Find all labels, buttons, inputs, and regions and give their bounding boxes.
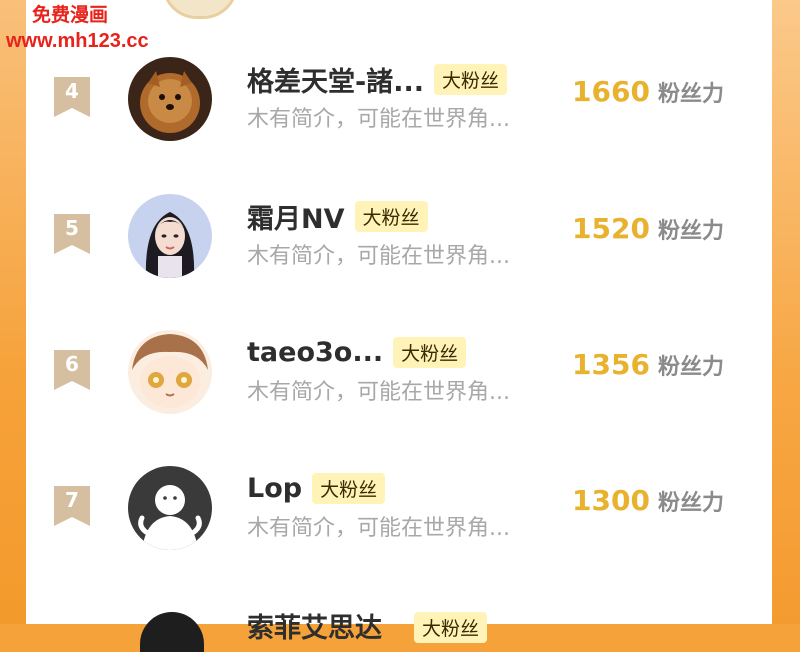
orange-frame-left <box>0 0 26 624</box>
user-name[interactable]: taeo3o... <box>247 337 383 368</box>
user-bio: 木有简介，可能在世界角... <box>247 516 510 541</box>
user-name[interactable]: 霜月NV <box>247 197 345 236</box>
rank-tag: 4 <box>54 77 90 117</box>
user-name[interactable]: Lop <box>247 473 302 504</box>
score-value: 1300 <box>572 484 650 517</box>
pomeranian-dog-avatar[interactable] <box>128 57 212 141</box>
fan-level-badge: 大粉丝 <box>433 63 507 95</box>
watermark-url: www.mh123.cc <box>6 30 149 52</box>
score-value: 1660 <box>572 75 650 108</box>
score-unit: 粉丝力 <box>657 355 724 380</box>
fan-power-score: 1660 粉丝力 <box>572 75 724 115</box>
fan-level-badge: 大粉丝 <box>414 612 488 643</box>
cat-ears-avatar[interactable] <box>140 612 204 652</box>
fan-level-badge: 大粉丝 <box>354 200 428 232</box>
watermark: 免费漫画 www.mh123.cc <box>6 2 149 54</box>
girl-portrait-avatar[interactable] <box>128 194 212 278</box>
user-bio: 木有简介，可能在世界角... <box>247 244 510 269</box>
fan-power-score: 1356 粉丝力 <box>572 348 724 388</box>
ranking-row[interactable]: 4 格差天堂-諸... 大粉丝 木有简介，可能在世界角... 1660 粉丝力 <box>26 47 772 157</box>
rank-tag: 7 <box>54 486 90 526</box>
user-bio: 木有简介，可能在世界角... <box>247 107 510 132</box>
fan-level-badge: 大粉丝 <box>393 336 467 368</box>
user-name[interactable]: 索菲艾思达 <box>247 606 382 645</box>
user-name[interactable]: 格差天堂-諸... <box>247 60 424 99</box>
fan-power-score: 1300 粉丝力 <box>572 484 724 524</box>
score-unit: 粉丝力 <box>657 82 724 107</box>
rank-number: 5 <box>65 216 79 240</box>
rank-number: 6 <box>65 352 79 376</box>
ranking-row[interactable]: 7 Lop 大粉丝 木有简介，可能在世界角... 1300 粉丝力 <box>26 456 772 566</box>
default-ghost-avatar[interactable] <box>128 466 212 550</box>
rank-tag: 5 <box>54 214 90 254</box>
rank-tag: 6 <box>54 350 90 390</box>
ranking-row-partial[interactable]: 索菲艾思达 大粉丝 <box>26 598 772 652</box>
watermark-title: 免费漫画 <box>32 4 109 26</box>
score-value: 1356 <box>572 348 650 381</box>
score-value: 1520 <box>572 212 650 245</box>
fan-level-badge: 大粉丝 <box>312 472 386 504</box>
score-unit: 粉丝力 <box>657 219 724 244</box>
orange-frame-right <box>772 0 800 624</box>
fan-ranking-card: 4 格差天堂-諸... 大粉丝 木有简介，可能在世界角... 1660 粉丝力 <box>26 0 772 652</box>
rank-number: 7 <box>65 488 79 512</box>
user-bio: 木有简介，可能在世界角... <box>247 380 510 405</box>
anime-character-avatar[interactable] <box>128 330 212 414</box>
score-unit: 粉丝力 <box>657 491 724 516</box>
previous-user-avatar[interactable] <box>162 0 238 19</box>
rank-number: 4 <box>65 79 79 103</box>
ranking-row[interactable]: 6 taeo3o... 大粉丝 木有简介，可能在世界角... 1356 粉丝力 <box>26 320 772 430</box>
fan-power-score: 1520 粉丝力 <box>572 212 724 252</box>
ranking-row[interactable]: 5 霜月NV 大粉丝 木有简介，可能在世界角... 1520 粉丝力 <box>26 184 772 294</box>
